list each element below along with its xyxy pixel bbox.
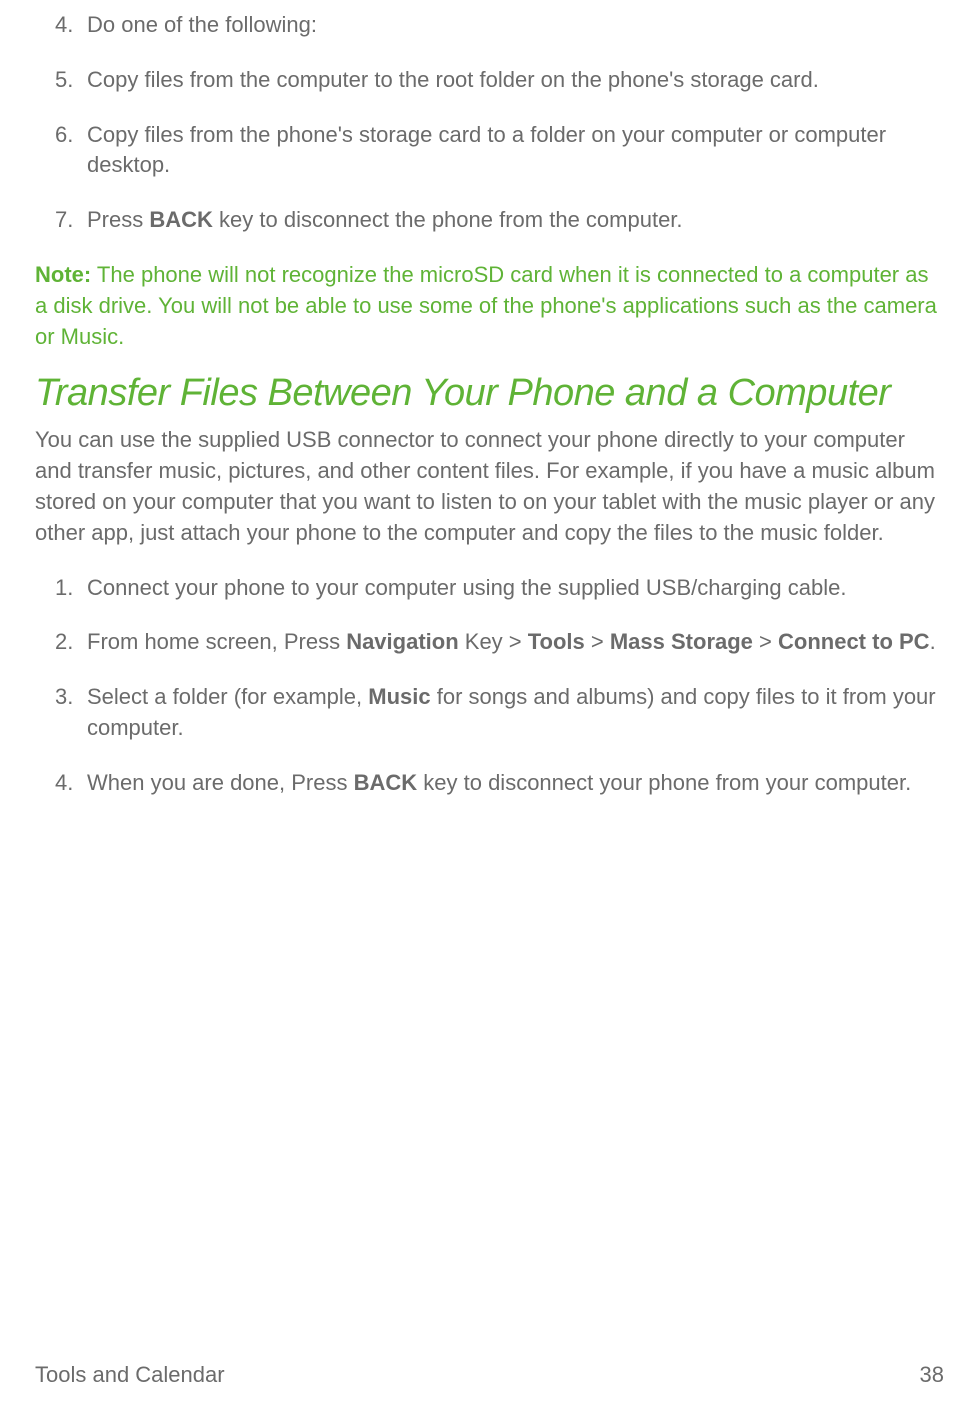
note-label: Note: [35,262,91,287]
text-segment: key to disconnect the phone from the com… [213,207,683,232]
list-item: 3.Select a folder (for example, Music fo… [55,682,944,744]
page-footer: Tools and Calendar 38 [35,1362,944,1388]
list-item: 7.Press BACK key to disconnect the phone… [55,205,944,236]
text-segment: > [585,629,610,654]
list-item: 4.When you are done, Press BACK key to d… [55,768,944,799]
text-segment: Copy files from the phone's storage card… [87,122,886,178]
note-text: The phone will not recognize the microSD… [35,262,937,349]
list-item-text: Copy files from the phone's storage card… [87,120,944,182]
list-item-number: 3. [55,682,87,744]
intro-paragraph: You can use the supplied USB connector t… [35,425,944,548]
list-item-text: Do one of the following: [87,10,944,41]
page-content: 4.Do one of the following:5.Copy files f… [35,0,944,799]
text-segment: From home screen, Press [87,629,346,654]
footer-page-number: 38 [920,1362,944,1388]
note-block: Note: The phone will not recognize the m… [35,260,944,352]
list-item-number: 4. [55,768,87,799]
list-item-text: Connect your phone to your computer usin… [87,573,944,604]
list-item: 6.Copy files from the phone's storage ca… [55,120,944,182]
section-heading: Transfer Files Between Your Phone and a … [35,372,944,415]
list-item-number: 7. [55,205,87,236]
text-segment: key to disconnect your phone from your c… [417,770,911,795]
text-segment: Connect your phone to your computer usin… [87,575,846,600]
ordered-list-1: 4.Do one of the following: 5.Copy files f… [55,10,944,236]
bold-text: Mass Storage [610,629,753,654]
list-item-text: Press BACK key to disconnect the phone f… [87,205,944,236]
bold-text: Connect to PC [778,629,930,654]
list-item-number: 4. [55,10,87,41]
list-item-text: Copy files from the computer to the root… [87,65,944,96]
bold-text: BACK [149,207,213,232]
bold-text: Navigation [346,629,458,654]
list-item-number: 1. [55,573,87,604]
bold-text: Tools [528,629,585,654]
list-item: 4.Do one of the following: [55,10,944,41]
ordered-list-2: 1.Connect your phone to your computer us… [55,573,944,799]
list-item-text: When you are done, Press BACK key to dis… [87,768,944,799]
list-item-number: 5. [55,65,87,96]
bold-text: BACK [354,770,418,795]
text-segment: When you are done, Press [87,770,354,795]
list-item-number: 2. [55,627,87,658]
bold-text: Music [368,684,430,709]
text-segment: . [930,629,936,654]
list-item: 5.Copy files from the computer to the ro… [55,65,944,96]
list-item-text: From home screen, Press Navigation Key >… [87,627,944,658]
text-segment: Select a folder (for example, [87,684,368,709]
text-segment: Key > [459,629,528,654]
text-segment: > [753,629,778,654]
list-item: 1.Connect your phone to your computer us… [55,573,944,604]
list-item-text: Select a folder (for example, Music for … [87,682,944,744]
text-segment: Do one of the following: [87,12,317,37]
footer-section-title: Tools and Calendar [35,1362,225,1388]
list-item: 2.From home screen, Press Navigation Key… [55,627,944,658]
text-segment: Copy files from the computer to the root… [87,67,819,92]
text-segment: Press [87,207,149,232]
list-item-number: 6. [55,120,87,182]
